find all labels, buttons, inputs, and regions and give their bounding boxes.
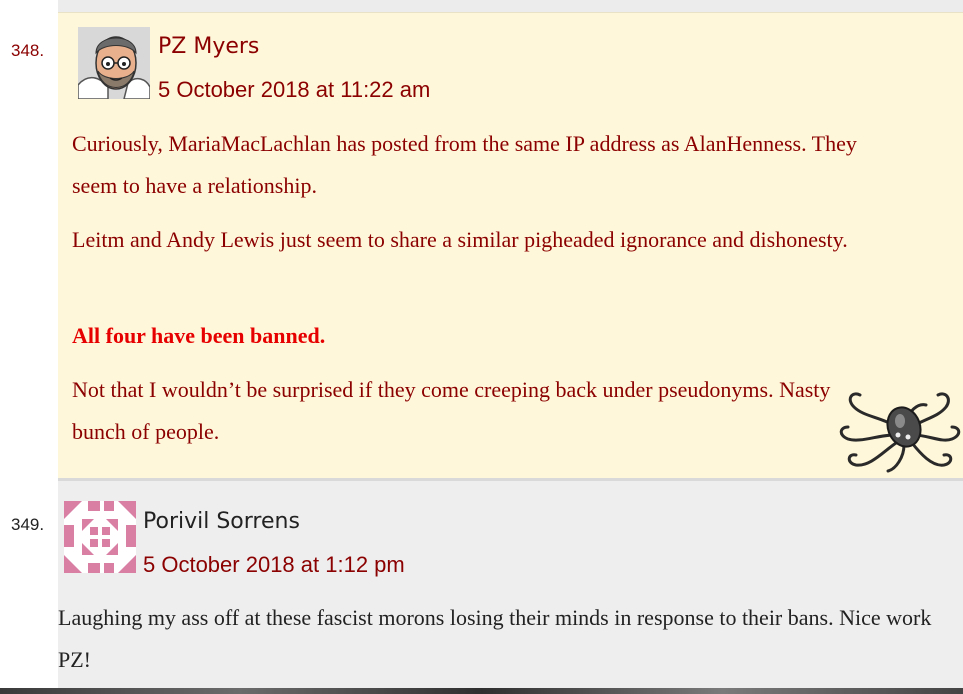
- page-bottom-edge: [0, 688, 963, 694]
- comment-author-link[interactable]: PZ Myers: [158, 34, 259, 59]
- octopus-icon: [839, 392, 961, 473]
- comment-paragraph: Leitm and Andy Lewis just seem to share …: [72, 227, 848, 252]
- comment-348: PZ Myers 5 October 2018 at 11:22 am Curi…: [58, 12, 963, 479]
- comment-emphasis-paragraph: All four have been banned.: [72, 323, 326, 348]
- identicon-icon[interactable]: [64, 501, 136, 573]
- comment-author-name: Porivil Sorrens: [143, 509, 300, 534]
- comment-date-link[interactable]: 5 October 2018 at 11:22 am: [158, 77, 430, 103]
- previous-comment-strip: [58, 0, 963, 12]
- cartoon-avatar-icon[interactable]: [78, 27, 150, 99]
- comment-date-link[interactable]: 5 October 2018 at 1:12 pm: [143, 552, 405, 578]
- comment-number: 348.: [11, 41, 45, 60]
- comment-paragraph: Curiously, MariaMacLachlan has posted fr…: [72, 131, 857, 198]
- comment-paragraph: Not that I wouldn’t be surprised if they…: [72, 377, 831, 444]
- comment-number: 349.: [11, 515, 45, 534]
- comment-349: Porivil Sorrens 5 October 2018 at 1:12 p…: [58, 481, 963, 694]
- comment-paragraph: Laughing my ass off at these fascist mor…: [58, 605, 932, 672]
